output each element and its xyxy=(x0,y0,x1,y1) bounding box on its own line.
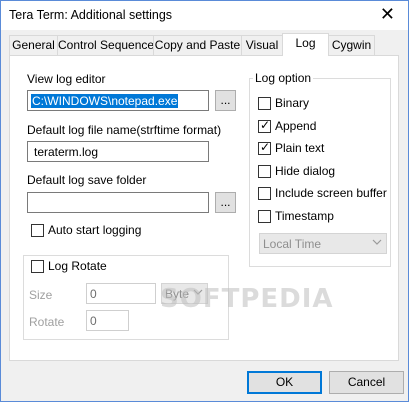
browse-folder-button[interactable]: ... xyxy=(215,192,236,213)
browse-editor-button[interactable]: ... xyxy=(215,90,236,111)
softpedia-watermark: SOFTPEDIA xyxy=(160,284,334,314)
plain-text-checkbox[interactable]: ✓ xyxy=(258,140,271,155)
timestamp-mode-value: Local Time xyxy=(263,237,322,251)
append-checkbox[interactable]: ✓ xyxy=(258,118,271,133)
tab-copy-and-paste[interactable]: Copy and Paste xyxy=(153,35,242,55)
rotate-size-input[interactable]: 0 xyxy=(86,283,156,304)
window-title: Tera Term: Additional settings xyxy=(9,8,173,22)
hide-dialog-checkbox[interactable] xyxy=(258,165,271,178)
checkmark-icon: ✓ xyxy=(260,118,271,132)
auto-start-logging-checkbox[interactable] xyxy=(31,224,44,237)
ok-button[interactable]: OK xyxy=(247,371,322,394)
tab-log[interactable]: Log xyxy=(282,33,329,56)
default-log-filename-input[interactable]: teraterm.log xyxy=(27,141,209,162)
view-log-editor-label: View log editor xyxy=(27,72,106,86)
tab-control-sequence[interactable]: Control Sequence xyxy=(57,35,154,55)
dialog-window: Tera Term: Additional settings ✕ General… xyxy=(0,0,409,402)
timestamp-mode-select[interactable]: Local Time xyxy=(259,233,387,254)
cancel-button[interactable]: Cancel xyxy=(329,371,404,394)
timestamp-checkbox[interactable] xyxy=(258,210,271,223)
log-rotate-label: Log Rotate xyxy=(48,259,107,273)
log-tab-panel: View log editor C:\WINDOWS\notepad.exe .… xyxy=(9,55,399,361)
view-log-editor-input[interactable]: C:\WINDOWS\notepad.exe xyxy=(27,90,209,111)
include-screen-buffer-label: Include screen buffer xyxy=(275,186,387,200)
hide-dialog-label: Hide dialog xyxy=(275,164,336,178)
default-log-filename-label: Default log file name(strftime format) xyxy=(27,123,222,137)
rotate-count-label: Rotate xyxy=(29,315,65,329)
binary-checkbox[interactable] xyxy=(258,97,271,110)
auto-start-logging-label: Auto start logging xyxy=(48,223,142,237)
rotate-count-input[interactable]: 0 xyxy=(86,310,129,331)
title-bar[interactable]: Tera Term: Additional settings ✕ xyxy=(1,1,408,30)
include-screen-buffer-checkbox[interactable] xyxy=(258,187,271,200)
tab-general[interactable]: General xyxy=(9,35,58,55)
close-icon[interactable]: ✕ xyxy=(380,4,395,24)
tab-cygwin[interactable]: Cygwin xyxy=(328,35,375,55)
chevron-down-icon xyxy=(372,239,382,245)
plain-text-label: Plain text xyxy=(275,141,325,155)
binary-label: Binary xyxy=(275,96,310,110)
log-rotate-checkbox[interactable] xyxy=(31,260,44,273)
append-label: Append xyxy=(275,119,317,133)
view-log-editor-value: C:\WINDOWS\notepad.exe xyxy=(31,94,179,108)
rotate-size-label: Size xyxy=(29,288,53,302)
default-log-folder-label: Default log save folder xyxy=(27,173,147,187)
timestamp-label: Timestamp xyxy=(275,209,334,223)
log-option-title: Log option xyxy=(253,71,314,85)
tab-visual[interactable]: Visual xyxy=(241,35,283,55)
default-log-folder-input[interactable] xyxy=(27,192,209,213)
checkmark-icon: ✓ xyxy=(260,140,271,154)
